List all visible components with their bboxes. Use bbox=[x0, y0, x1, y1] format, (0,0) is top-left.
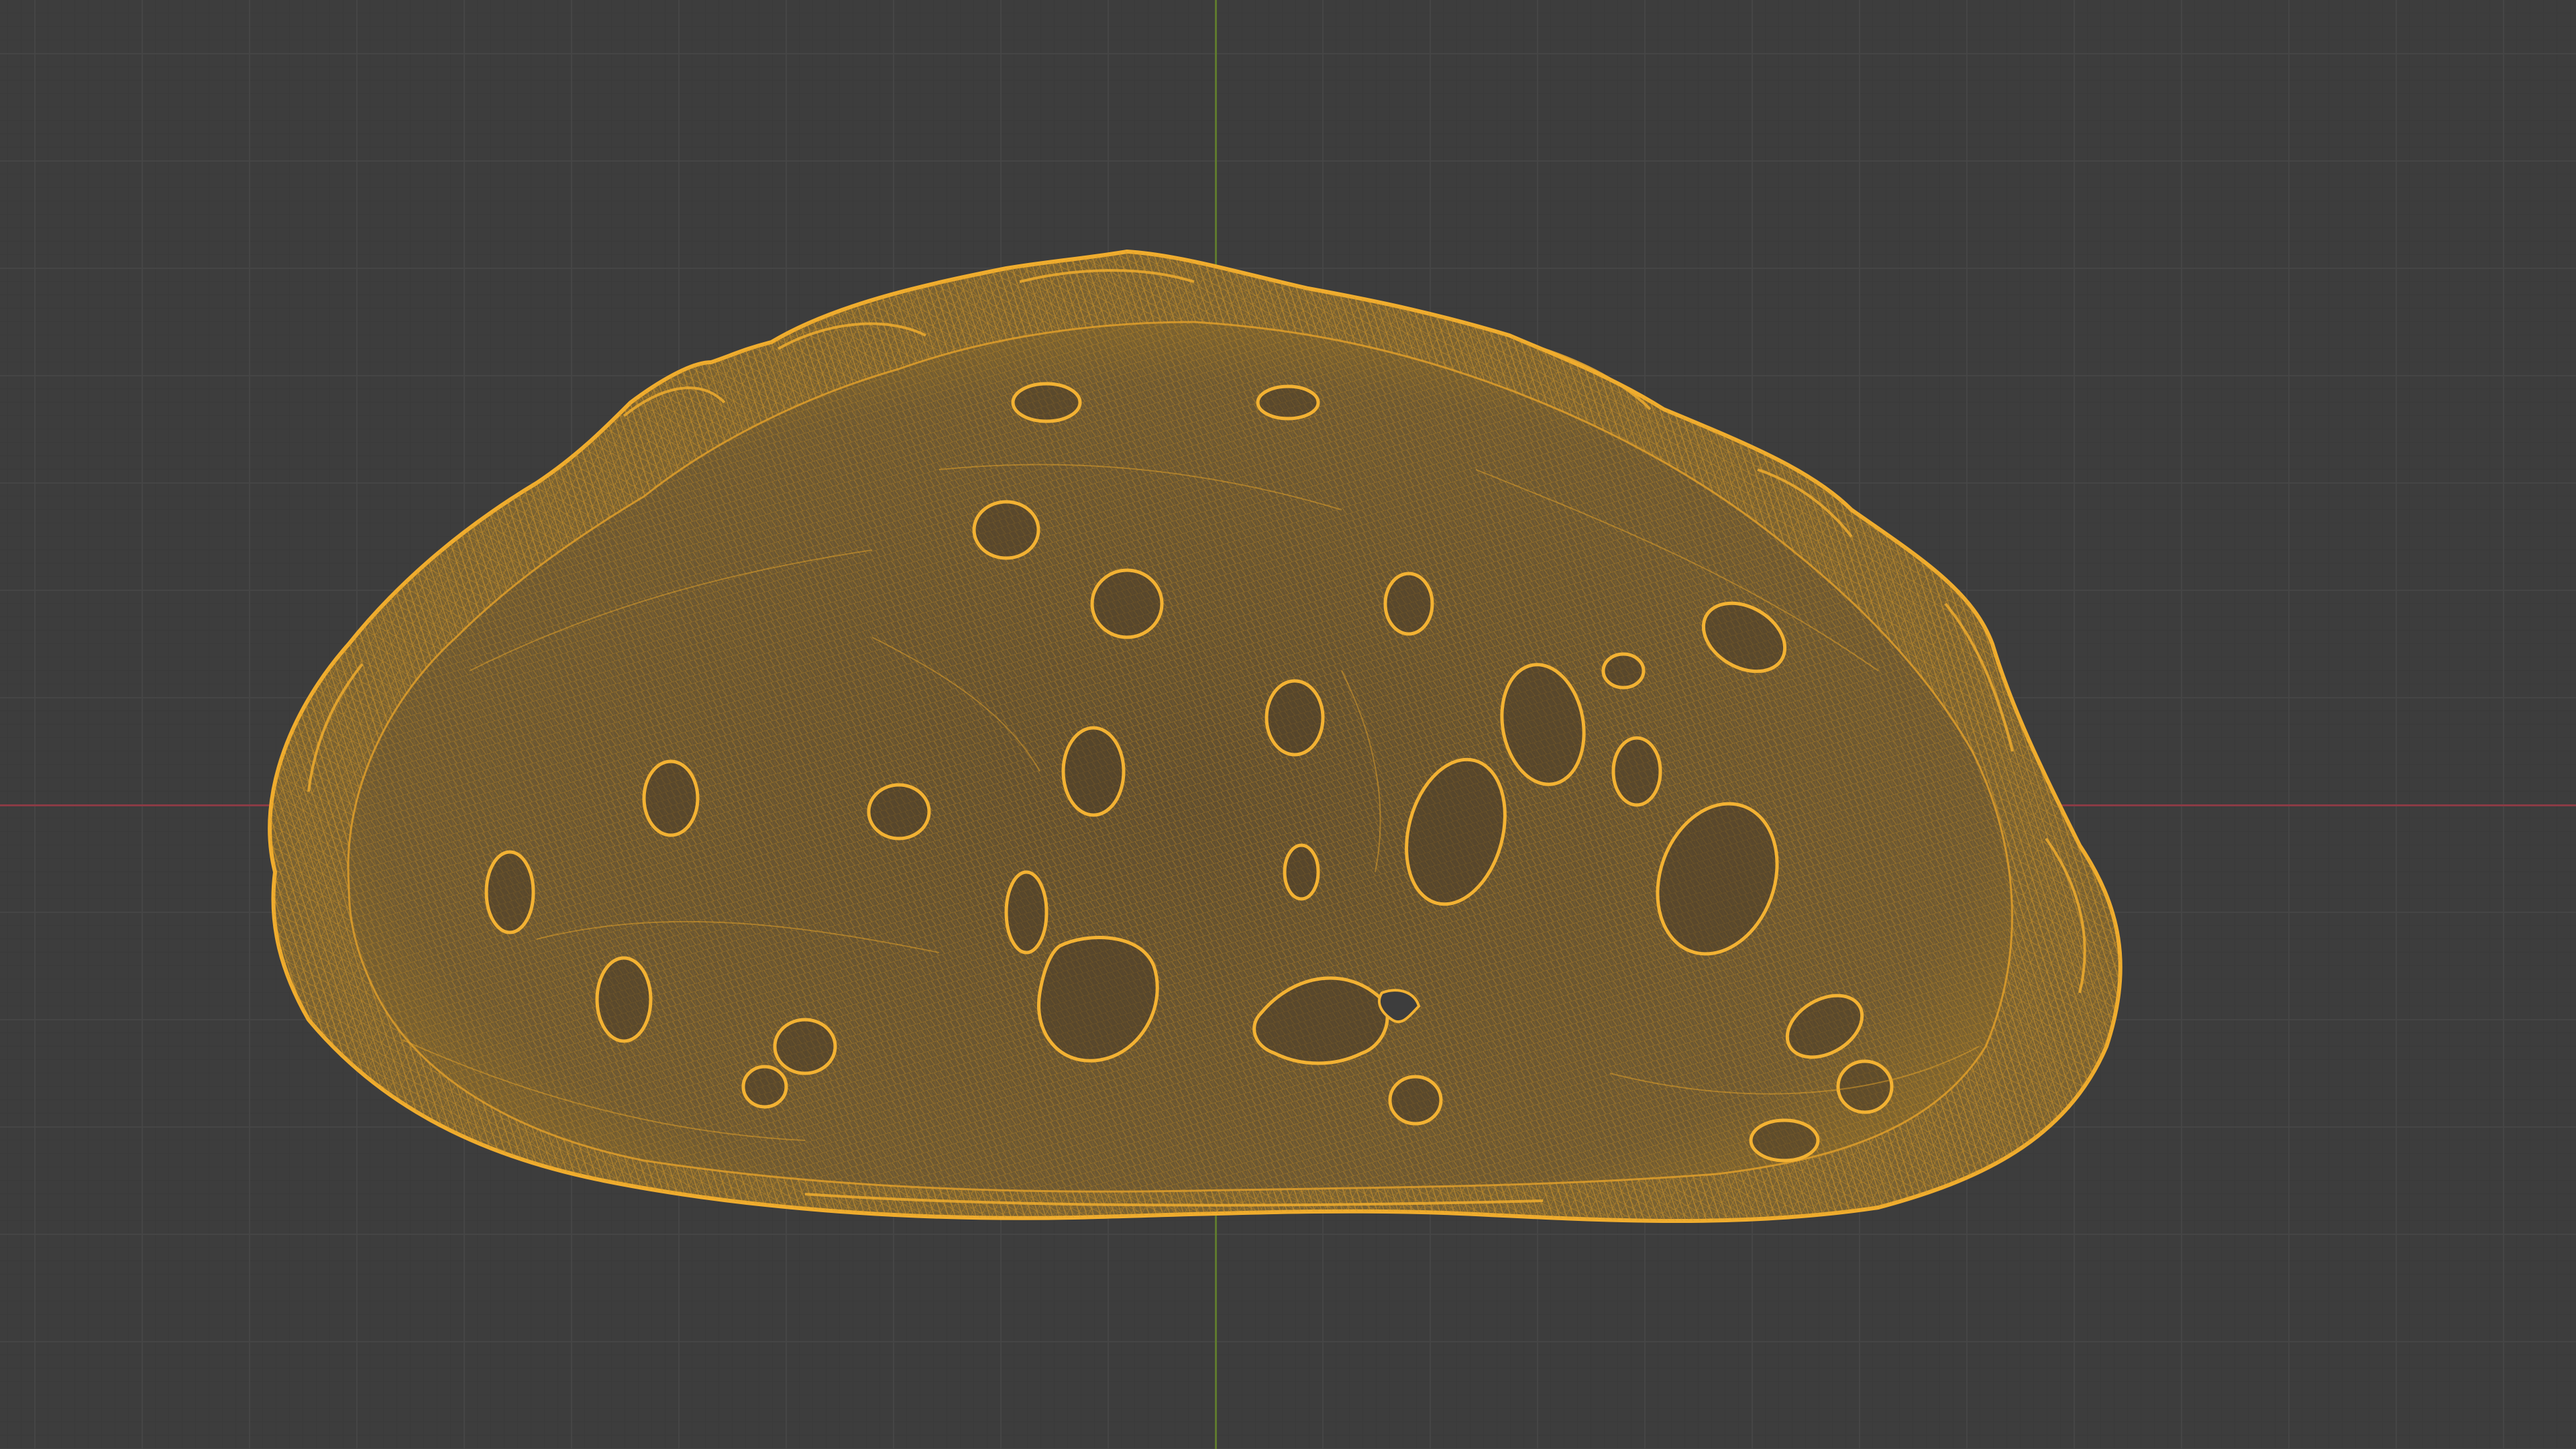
air-hole bbox=[1383, 572, 1434, 636]
air-hole bbox=[867, 783, 931, 841]
air-hole bbox=[1836, 1059, 1894, 1114]
air-hole bbox=[1061, 726, 1126, 817]
air-hole bbox=[1011, 382, 1082, 423]
3d-viewport[interactable] bbox=[0, 0, 2576, 1449]
air-hole bbox=[1256, 384, 1320, 421]
air-hole bbox=[1090, 568, 1164, 639]
air-hole bbox=[1601, 652, 1646, 690]
air-hole bbox=[484, 850, 535, 934]
air-hole bbox=[1004, 870, 1049, 955]
air-hole bbox=[595, 956, 653, 1043]
air-hole bbox=[1388, 1075, 1443, 1126]
air-hole bbox=[741, 1065, 788, 1109]
air-hole bbox=[773, 1018, 837, 1075]
air-hole bbox=[642, 759, 700, 837]
air-hole bbox=[1265, 679, 1325, 757]
bread-mesh-object[interactable] bbox=[0, 0, 2576, 1449]
air-hole bbox=[972, 500, 1040, 560]
air-hole bbox=[1283, 843, 1320, 901]
air-hole bbox=[1749, 1118, 1820, 1163]
air-hole bbox=[1611, 736, 1662, 807]
